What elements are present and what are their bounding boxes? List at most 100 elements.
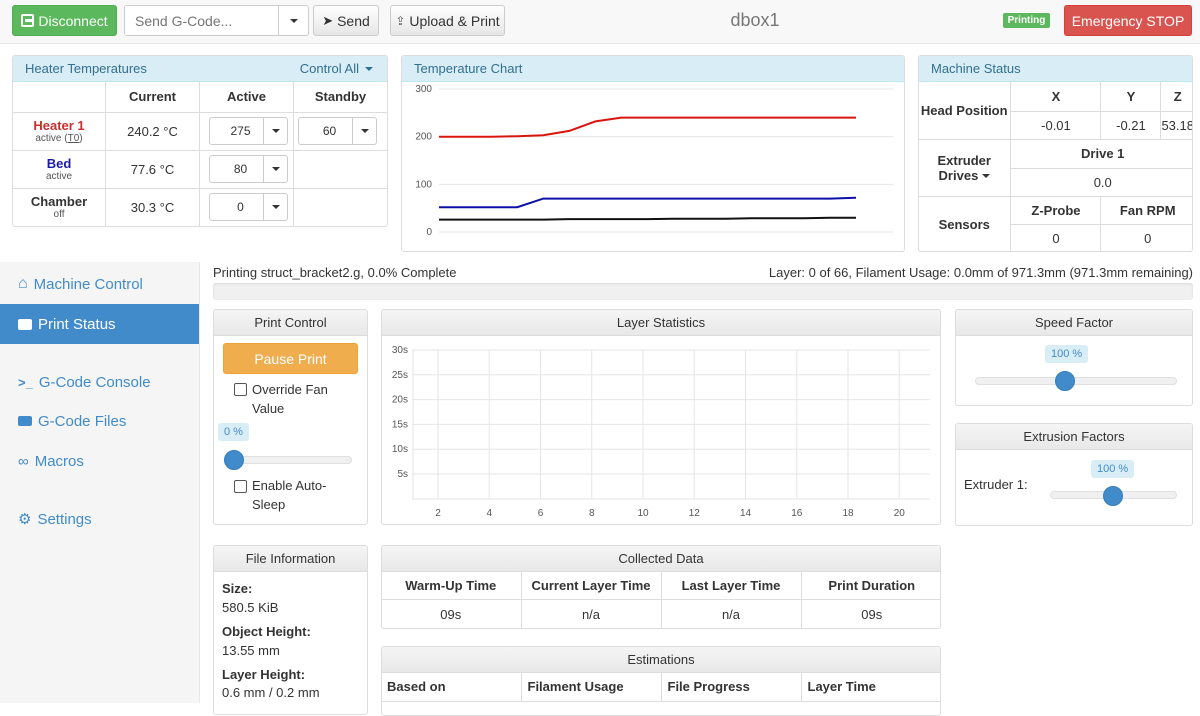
caret-down-icon — [360, 128, 369, 133]
heater-table: Current Active Standby Heater 1 active (T… — [13, 82, 387, 226]
layer-ytick-label: 15s — [392, 419, 408, 430]
sidebar-item-gcode-console[interactable]: >_ G-Code Console — [0, 362, 199, 402]
layer-xtick-label: 6 — [538, 508, 544, 519]
gcode-dropdown-button[interactable] — [278, 6, 308, 35]
layer-xtick-label: 18 — [842, 508, 854, 519]
collected-data-panel: Collected Data Warm-Up Time Current Laye… — [381, 545, 941, 629]
caret-down-icon — [271, 204, 280, 209]
file-information-panel: File Information Size: 580.5 KiB Object … — [213, 545, 368, 715]
extrusion-slider-handle[interactable] — [1103, 486, 1123, 506]
collected-data-title: Collected Data — [382, 546, 940, 572]
file-size-value: 580.5 KiB — [222, 600, 279, 615]
col-standby: Standby — [293, 82, 387, 113]
caret-down-icon — [271, 128, 280, 133]
gear-icon: ⚙ — [18, 511, 32, 528]
layer-statistics-title: Layer Statistics — [382, 310, 940, 336]
control-all-dropdown[interactable]: Control All — [300, 61, 373, 76]
send-button[interactable]: ➤ Send — [313, 5, 379, 36]
auto-sleep-checkbox[interactable] — [234, 480, 247, 493]
chamber-active-select[interactable]: 0 — [209, 192, 288, 221]
heater-1-current: 240.2 °C — [105, 111, 200, 151]
extruder-1-label: Extruder 1: — [964, 477, 1028, 492]
temp-ytick-label: 100 — [415, 179, 432, 190]
layer-ytick-label: 30s — [392, 345, 408, 356]
layer-xtick-label: 12 — [689, 508, 701, 519]
upload-print-button[interactable]: ⇪ Upload & Print — [390, 5, 505, 36]
col-current: Current — [105, 82, 200, 113]
pause-print-button[interactable]: Pause Print — [223, 343, 358, 374]
layer-xtick-label: 16 — [791, 508, 803, 519]
tool-link[interactable]: T0 — [68, 133, 80, 144]
override-fan-label: Override Fan Value — [252, 382, 328, 416]
object-height-value: 13.55 mm — [222, 643, 280, 658]
current-layer-time-value: n/a — [520, 598, 662, 628]
head-position-label: Head Position — [919, 82, 1012, 140]
speed-slider-handle[interactable] — [1055, 371, 1075, 391]
printer-icon — [18, 318, 32, 330]
bed-cell[interactable]: Bed active — [13, 149, 106, 189]
speed-slider-track[interactable] — [975, 377, 1177, 385]
temperature-chart-title: Temperature Chart — [402, 56, 904, 82]
z-position: 53.18 — [1160, 110, 1192, 140]
heater-1-active-select[interactable]: 275 — [209, 116, 288, 145]
navbar: Disconnect ➤ Send ⇪ Upload & Print dbox1… — [0, 0, 1200, 44]
extrusion-factors-title: Extrusion Factors — [956, 424, 1192, 450]
sidebar-item-gcode-files[interactable]: G-Code Files — [0, 401, 199, 441]
disconnect-button[interactable]: Disconnect — [12, 5, 117, 36]
link-icon: ∞ — [18, 452, 29, 470]
machine-status-panel: Machine Status Head Position X Y Z -0.01… — [918, 55, 1193, 252]
table-row: Chamber off 30.3 °C 0 — [13, 187, 387, 226]
upload-icon: ⇪ — [395, 13, 406, 28]
layer-xtick-label: 10 — [637, 508, 649, 519]
sidebar-item-machine-control[interactable]: ⌂ Machine Control — [0, 264, 199, 304]
sign-out-icon — [21, 14, 35, 27]
fan-slider-handle[interactable] — [224, 450, 244, 470]
x-position: -0.01 — [1010, 110, 1102, 140]
extruder-drives-dropdown[interactable]: Extruder Drives — [919, 138, 1012, 197]
sidebar-item-print-status[interactable]: Print Status — [0, 304, 199, 344]
temperature-chart-panel: Temperature Chart 0 100 200 300 — [401, 55, 905, 252]
caret-down-icon — [289, 18, 298, 23]
layer-ytick-label: 25s — [392, 370, 408, 381]
last-layer-time-value: n/a — [660, 598, 802, 628]
print-control-panel: Print Control Pause Print Override Fan V… — [213, 309, 368, 525]
layer-height-value: 0.6 mm / 0.2 mm — [222, 685, 320, 700]
chamber-current: 30.3 °C — [105, 187, 200, 226]
bed-active-select[interactable]: 80 — [209, 154, 288, 183]
estimations-panel: Estimations Based on Filament Usage File… — [381, 646, 941, 716]
temp-ytick-label: 300 — [415, 84, 432, 95]
table-row: Heater 1 active (T0) 240.2 °C 275 60 — [13, 111, 387, 151]
temp-ytick-label: 200 — [415, 132, 432, 143]
emergency-stop-button[interactable]: Emergency STOP — [1064, 5, 1192, 36]
heater-1-cell[interactable]: Heater 1 active (T0) — [13, 111, 106, 151]
terminal-icon: >_ — [18, 374, 33, 390]
speed-factor-tooltip: 100 % — [1045, 345, 1089, 363]
layer-filament-text: Layer: 0 of 66, Filament Usage: 0.0mm of… — [768, 265, 1193, 280]
chamber-cell[interactable]: Chamber off — [13, 187, 106, 226]
heater-1-standby-select[interactable]: 60 — [298, 116, 377, 145]
temp-series-line — [439, 196, 857, 209]
layer-xtick-label: 2 — [435, 508, 441, 519]
heater-panel-header: Heater Temperatures Control All — [13, 56, 387, 82]
fan-value-tooltip: 0 % — [218, 423, 249, 441]
caret-down-icon — [981, 174, 990, 179]
layer-statistics-chart: 30s 25s 20s 15s 10s 5s 2 4 6 8 10 12 14 16 18 20 — [392, 345, 930, 519]
fan-slider-track[interactable] — [228, 456, 352, 464]
caret-down-icon — [271, 166, 280, 171]
sidebar-item-macros[interactable]: ∞ Macros — [0, 441, 199, 481]
warmup-time-value: 09s — [382, 598, 522, 628]
layer-xtick-label: 8 — [589, 508, 595, 519]
paper-plane-icon: ➤ — [322, 12, 334, 28]
sidebar-item-settings[interactable]: ⚙ Settings — [0, 499, 199, 539]
gcode-input-group — [124, 5, 309, 36]
override-fan-checkbox[interactable] — [234, 383, 247, 396]
layer-ytick-label: 5s — [397, 469, 408, 480]
gcode-input[interactable] — [125, 6, 278, 35]
table-row: Bed active 77.6 °C 80 — [13, 149, 387, 189]
speed-factor-panel: Speed Factor 100 % — [955, 309, 1193, 406]
layer-ytick-label: 20s — [392, 395, 408, 406]
layer-xtick-label: 20 — [894, 508, 906, 519]
temp-series-line — [439, 216, 856, 221]
layer-xtick-label: 4 — [486, 508, 492, 519]
zprobe-value: 0 — [1010, 223, 1102, 251]
